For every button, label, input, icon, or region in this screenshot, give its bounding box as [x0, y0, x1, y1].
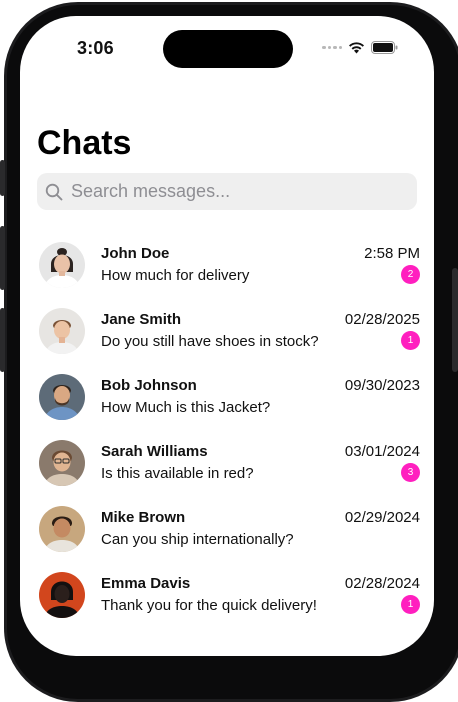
chat-date: 03/01/2024 [344, 443, 420, 460]
avatar [39, 242, 85, 288]
search-input[interactable] [69, 180, 393, 203]
dynamic-island [163, 30, 293, 68]
unread-badge: 1 [401, 331, 420, 350]
chat-name: Bob Johnson [101, 377, 197, 394]
chat-row-emma-davis[interactable]: Emma Davis Thank you for the quick deliv… [20, 564, 434, 630]
avatar [39, 572, 85, 618]
chat-list: John Doe How much for delivery 2:58 PM 2… [20, 234, 434, 630]
chat-row-sarah-williams[interactable]: Sarah Williams Is this available in red?… [20, 432, 434, 498]
chat-date: 02/28/2024 [344, 575, 420, 592]
avatar [39, 440, 85, 486]
search-bar[interactable] [37, 173, 417, 210]
chat-date: 09/30/2023 [344, 377, 420, 394]
chat-row-john-doe[interactable]: John Doe How much for delivery 2:58 PM 2 [20, 234, 434, 300]
chat-message: Can you ship internationally? [101, 531, 294, 548]
signal-icon [322, 45, 342, 50]
avatar [39, 374, 85, 420]
side-button-volume-up [0, 226, 5, 290]
chat-name: Emma Davis [101, 575, 191, 592]
avatar [39, 506, 85, 552]
chat-message: Is this available in red? [101, 465, 254, 482]
chat-message: Thank you for the quick delivery! [101, 597, 317, 614]
side-button-volume-down [0, 308, 5, 372]
chat-row-bob-johnson[interactable]: Bob Johnson How Much is this Jacket? 09/… [20, 366, 434, 432]
status-icons [322, 41, 398, 54]
wifi-icon [349, 41, 364, 53]
status-time: 3:06 [77, 38, 114, 58]
chat-row-mike-brown[interactable]: Mike Brown Can you ship internationally?… [20, 498, 434, 564]
side-button-power [452, 268, 458, 372]
chat-message: Do you still have shoes in stock? [101, 333, 319, 350]
chat-row-jane-smith[interactable]: Jane Smith Do you still have shoes in st… [20, 300, 434, 366]
chat-name: John Doe [101, 245, 170, 262]
chat-name: Jane Smith [101, 311, 182, 328]
chat-message: How Much is this Jacket? [101, 399, 271, 416]
chat-date: 2:58 PM [364, 245, 420, 262]
avatar [39, 308, 85, 354]
page-title: Chats [37, 124, 132, 162]
unread-badge: 3 [401, 463, 420, 482]
chat-name: Sarah Williams [101, 443, 208, 460]
chat-name: Mike Brown [101, 509, 186, 526]
chat-message: How much for delivery [101, 267, 250, 284]
unread-badge: 2 [401, 265, 420, 284]
chat-date: 02/29/2024 [344, 509, 420, 526]
side-button-silent [0, 160, 5, 196]
battery-icon [371, 41, 398, 54]
status-bar: 3:06 [20, 16, 434, 76]
chat-date: 02/28/2025 [344, 311, 420, 328]
screen: 3:06 Chats Search messages... John Doe H… [20, 16, 434, 656]
search-icon [45, 183, 63, 200]
